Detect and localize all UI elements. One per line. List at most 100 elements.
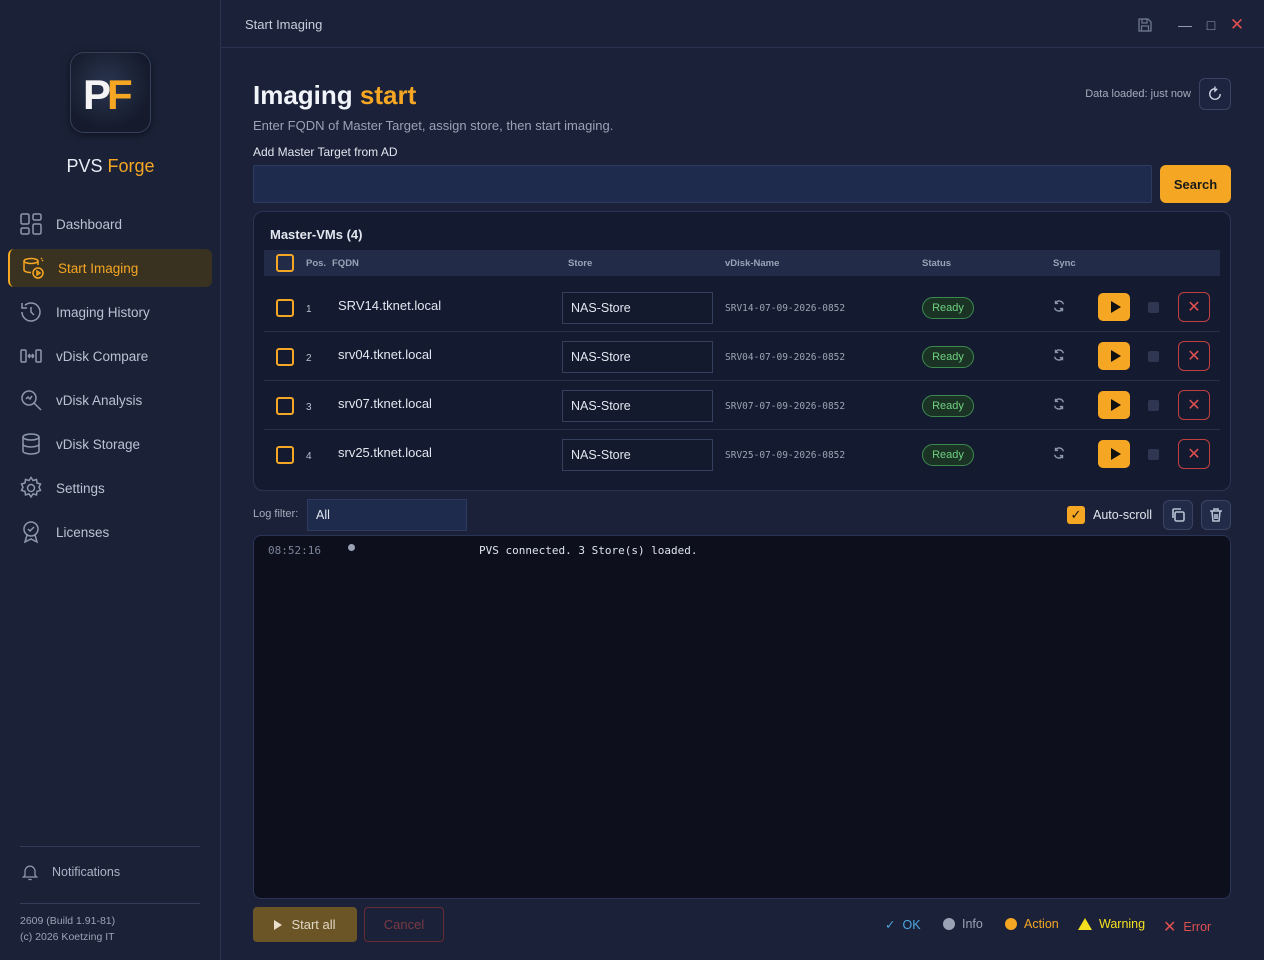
sidebar-item-vdisk-storage[interactable]: vDisk Storage [8, 425, 212, 463]
sidebar-item-vdisk-compare[interactable]: vDisk Compare [8, 337, 212, 375]
master-target-search-input[interactable] [253, 165, 1152, 203]
start-imaging-button[interactable] [1098, 293, 1130, 321]
sidebar-nav: Dashboard Start Imaging Imaging History … [8, 205, 212, 557]
sync-icon[interactable] [1052, 348, 1070, 366]
table-header: Pos. FQDN Store vDisk-Name Status Sync [264, 250, 1220, 276]
divider [20, 903, 200, 904]
refresh-button[interactable] [1199, 78, 1231, 110]
check-icon: ✓ [885, 918, 896, 932]
maximize-button[interactable]: □ [1198, 14, 1224, 36]
analysis-icon [18, 387, 44, 413]
start-all-label: Start all [291, 917, 336, 932]
remove-row-button[interactable]: ✕ [1178, 439, 1210, 469]
app-logo: P F [70, 52, 151, 133]
error-icon: ✕ [1163, 919, 1177, 936]
sidebar-item-settings[interactable]: Settings [8, 469, 212, 507]
sidebar-item-label: Licenses [56, 524, 110, 540]
copy-log-button[interactable] [1163, 500, 1193, 530]
clear-log-button[interactable] [1201, 500, 1231, 530]
legend-warning: Warning [1078, 917, 1145, 931]
row-vdisk-name: SRV25-07-09-2026-0852 [725, 450, 846, 461]
bell-icon [21, 865, 39, 881]
row-pos: 3 [306, 402, 312, 413]
notifications-label: Notifications [52, 865, 121, 879]
version-build: 2609 (Build 1.91-81) [20, 915, 116, 927]
license-icon [18, 519, 44, 545]
row-store-select[interactable]: NAS-Store [562, 341, 713, 373]
autoscroll-checkbox[interactable]: ✓ [1067, 506, 1085, 524]
remove-row-button[interactable]: ✕ [1178, 292, 1210, 322]
storage-icon [18, 431, 44, 457]
sync-icon[interactable] [1052, 446, 1070, 464]
col-vdisk: vDisk-Name [725, 258, 780, 269]
master-vms-panel: Master-VMs (4) Pos. FQDN Store vDisk-Nam… [253, 211, 1231, 491]
history-icon [18, 299, 44, 325]
search-button[interactable]: Search [1160, 165, 1231, 203]
copyright: (c) 2026 Koetzing IT [20, 931, 115, 943]
legend-info: Info [943, 917, 983, 931]
dashboard-icon [18, 211, 44, 237]
row-checkbox[interactable] [276, 446, 294, 464]
remove-row-button[interactable]: ✕ [1178, 341, 1210, 371]
sync-icon[interactable] [1052, 299, 1070, 317]
remove-row-button[interactable]: ✕ [1178, 390, 1210, 420]
warning-icon [1078, 918, 1092, 930]
sidebar-item-label: vDisk Analysis [56, 392, 143, 408]
stop-button[interactable] [1148, 449, 1159, 460]
minimize-button[interactable]: — [1172, 14, 1198, 36]
start-imaging-button[interactable] [1098, 440, 1130, 468]
col-store: Store [568, 258, 593, 269]
log-message: PVS connected. 3 Store(s) loaded. [479, 544, 698, 557]
page-subtitle: Enter FQDN of Master Target, assign stor… [253, 118, 614, 133]
info-dot-icon [348, 544, 355, 551]
row-store-select[interactable]: NAS-Store [562, 390, 713, 422]
sidebar-item-label: Start Imaging [58, 260, 139, 276]
legend-error: ✕ Error [1163, 919, 1212, 936]
row-checkbox[interactable] [276, 348, 294, 366]
action-dot-icon [1005, 918, 1017, 930]
table-row: 4 srv25.tknet.local NAS-Store SRV25-07-0… [264, 431, 1220, 479]
col-fqdn: FQDN [332, 258, 359, 269]
stop-button[interactable] [1148, 351, 1159, 362]
row-pos: 2 [306, 353, 312, 364]
status-badge: Ready [922, 346, 974, 368]
window-title: Start Imaging [245, 17, 323, 32]
row-checkbox[interactable] [276, 299, 294, 317]
sidebar-item-dashboard[interactable]: Dashboard [8, 205, 212, 243]
close-button[interactable]: ✕ [1224, 14, 1250, 36]
sidebar-item-start-imaging[interactable]: Start Imaging [8, 249, 212, 287]
sidebar-item-label: Dashboard [56, 216, 123, 232]
autoscroll-toggle[interactable]: ✓ Auto-scroll [1067, 506, 1152, 524]
page-title: Imaging start [253, 80, 417, 110]
row-vdisk-name: SRV14-07-09-2026-0852 [725, 303, 846, 314]
start-all-button[interactable]: Start all [253, 907, 357, 942]
brand-name: PVS Forge [66, 156, 155, 176]
info-dot-icon [943, 918, 955, 930]
table-row: 3 srv07.tknet.local NAS-Store SRV07-07-0… [264, 382, 1220, 430]
start-imaging-button[interactable] [1098, 391, 1130, 419]
start-imaging-button[interactable] [1098, 342, 1130, 370]
sidebar-item-label: Settings [56, 480, 105, 496]
sidebar-item-licenses[interactable]: Licenses [8, 513, 212, 551]
row-checkbox[interactable] [276, 397, 294, 415]
stop-button[interactable] [1148, 400, 1159, 411]
copy-icon [1172, 508, 1185, 522]
save-icon[interactable] [1132, 14, 1158, 36]
cancel-button[interactable]: Cancel [364, 907, 444, 942]
notifications-button[interactable]: Notifications [20, 862, 120, 882]
sync-icon[interactable] [1052, 397, 1070, 415]
sidebar-item-vdisk-analysis[interactable]: vDisk Analysis [8, 381, 212, 419]
sidebar: P F PVS Forge Dashboard Start Imaging Im… [0, 0, 221, 960]
row-store-select[interactable]: NAS-Store [562, 439, 713, 471]
table-row: 2 srv04.tknet.local NAS-Store SRV04-07-0… [264, 333, 1220, 381]
select-all-checkbox[interactable] [276, 254, 294, 272]
stop-button[interactable] [1148, 302, 1159, 313]
row-pos: 4 [306, 451, 312, 462]
row-fqdn: srv07.tknet.local [338, 396, 432, 411]
log-filter-select[interactable]: All [307, 499, 467, 531]
log-output[interactable]: 08:52:16 PVS connected. 3 Store(s) loade… [253, 535, 1231, 899]
row-store-select[interactable]: NAS-Store [562, 292, 713, 324]
trash-icon [1210, 508, 1222, 522]
sidebar-item-imaging-history[interactable]: Imaging History [8, 293, 212, 331]
row-fqdn: srv25.tknet.local [338, 445, 432, 460]
